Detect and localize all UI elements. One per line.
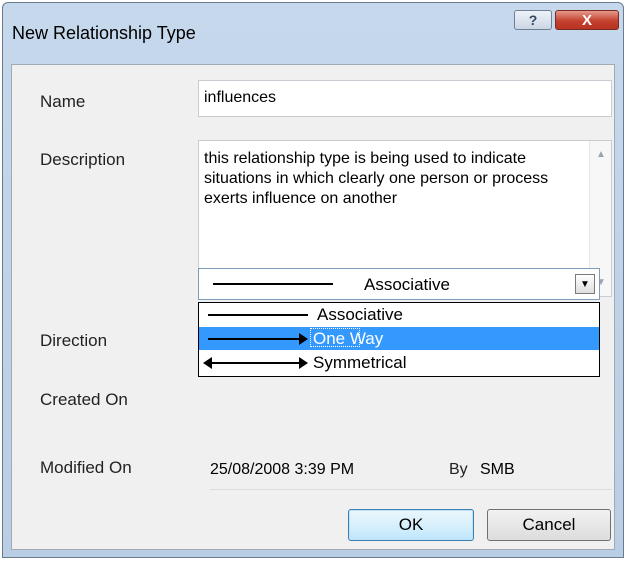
description-label: Description xyxy=(40,150,126,169)
option-label: One Way xyxy=(313,329,384,348)
dropdown-button[interactable]: ▼ xyxy=(575,274,595,294)
option-symmetrical[interactable]: Symmetrical xyxy=(199,351,599,374)
arrow-head-icon xyxy=(299,333,308,345)
direction-label: Direction xyxy=(40,331,108,350)
name-label: Name xyxy=(40,92,86,111)
created-on-label: Created On xyxy=(40,390,128,409)
direction-select[interactable]: Associative ▼ xyxy=(198,268,600,300)
direction-selected-value: Associative xyxy=(364,275,450,294)
title-bar[interactable]: New Relationship Type ? X xyxy=(3,3,623,65)
modified-on-value: 25/08/2008 3:39 PM xyxy=(210,461,355,478)
description-value: this relationship type is being used to … xyxy=(204,150,549,207)
help-icon: ? xyxy=(528,12,538,28)
one-way-arrow-icon xyxy=(208,338,300,340)
name-input[interactable]: influences xyxy=(198,80,612,117)
modified-on-label: Modified On xyxy=(40,458,132,477)
option-associative[interactable]: Associative xyxy=(199,303,599,326)
help-button[interactable]: ? xyxy=(514,10,552,30)
chevron-down-icon: ▼ xyxy=(580,278,590,290)
option-label: Associative xyxy=(317,305,403,324)
ok-button[interactable]: OK xyxy=(348,509,474,541)
close-button[interactable]: X xyxy=(555,10,619,30)
option-one-way[interactable]: One Way xyxy=(199,327,599,350)
cancel-button[interactable]: Cancel xyxy=(487,509,611,541)
associative-line-icon xyxy=(213,283,333,285)
separator xyxy=(210,489,612,490)
name-value: influences xyxy=(204,89,277,106)
scroll-up-icon[interactable]: ▲ xyxy=(590,149,612,160)
symmetrical-arrow-icon xyxy=(211,362,299,364)
direction-dropdown-list: Associative One Way Symmetrical xyxy=(198,302,600,377)
arrow-head-icon xyxy=(299,357,308,369)
by-value: SMB xyxy=(480,461,515,478)
option-label: Symmetrical xyxy=(313,353,407,372)
window-title: New Relationship Type xyxy=(12,23,196,43)
close-icon: X xyxy=(581,11,592,29)
associative-line-icon xyxy=(208,314,308,316)
by-label: By xyxy=(449,461,468,478)
